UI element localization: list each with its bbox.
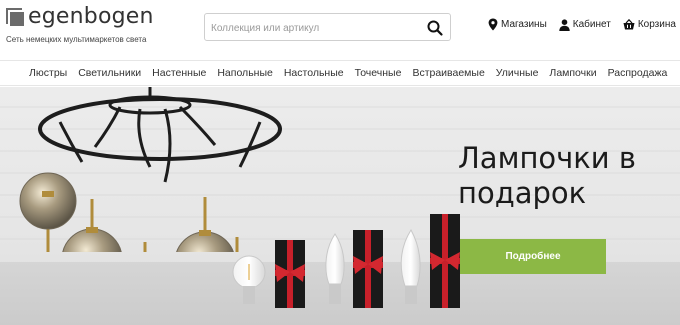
header-actions: Магазины Кабинет Корзина bbox=[488, 18, 676, 31]
cart-link[interactable]: Корзина bbox=[623, 19, 676, 30]
nav-item-bulbs[interactable]: Лампочки bbox=[549, 67, 596, 79]
map-pin-icon bbox=[488, 18, 498, 31]
more-button[interactable]: Подробнее bbox=[460, 239, 606, 274]
basket-icon bbox=[623, 19, 635, 30]
hero-title-line-2: подарок bbox=[458, 176, 587, 210]
stores-link[interactable]: Магазины bbox=[488, 18, 547, 31]
category-nav: Люстры Светильники Настенные Напольные Н… bbox=[0, 60, 680, 86]
logo-text: egenbogen bbox=[28, 4, 154, 29]
user-icon bbox=[559, 18, 570, 31]
logo[interactable]: egenbogen Сеть немецких мультимаркетов с… bbox=[6, 4, 154, 44]
nav-item-spot[interactable]: Точечные bbox=[355, 67, 402, 79]
account-label: Кабинет bbox=[572, 19, 611, 30]
hero-title-line-1: Лампочки в bbox=[458, 141, 636, 175]
search-box bbox=[204, 13, 451, 41]
account-link[interactable]: Кабинет bbox=[559, 18, 611, 31]
site-header: egenbogen Сеть немецких мультимаркетов с… bbox=[0, 0, 680, 58]
nav-item-wall[interactable]: Настенные bbox=[152, 67, 206, 79]
hero-banner[interactable]: Лампочки в подарок Подробнее bbox=[0, 87, 680, 325]
nav-item-recessed[interactable]: Встраиваемые bbox=[412, 67, 484, 79]
search-icon[interactable] bbox=[426, 19, 444, 37]
logo-mark-icon bbox=[6, 8, 28, 28]
stores-label: Магазины bbox=[501, 19, 547, 30]
nav-item-table[interactable]: Настольные bbox=[284, 67, 344, 79]
logo-subtitle: Сеть немецких мультимаркетов света bbox=[6, 35, 147, 44]
nav-item-outdoor[interactable]: Уличные bbox=[496, 67, 539, 79]
nav-item-floor[interactable]: Напольные bbox=[217, 67, 273, 79]
nav-item-chandeliers[interactable]: Люстры bbox=[29, 67, 67, 79]
bulbs-gift-image bbox=[232, 214, 460, 308]
hero-title: Лампочки в подарок bbox=[458, 141, 673, 211]
cart-label: Корзина bbox=[637, 19, 676, 30]
nav-item-sale[interactable]: Распродажа bbox=[608, 67, 668, 79]
nav-item-lamps[interactable]: Светильники bbox=[78, 67, 141, 79]
search-input[interactable] bbox=[211, 20, 421, 36]
